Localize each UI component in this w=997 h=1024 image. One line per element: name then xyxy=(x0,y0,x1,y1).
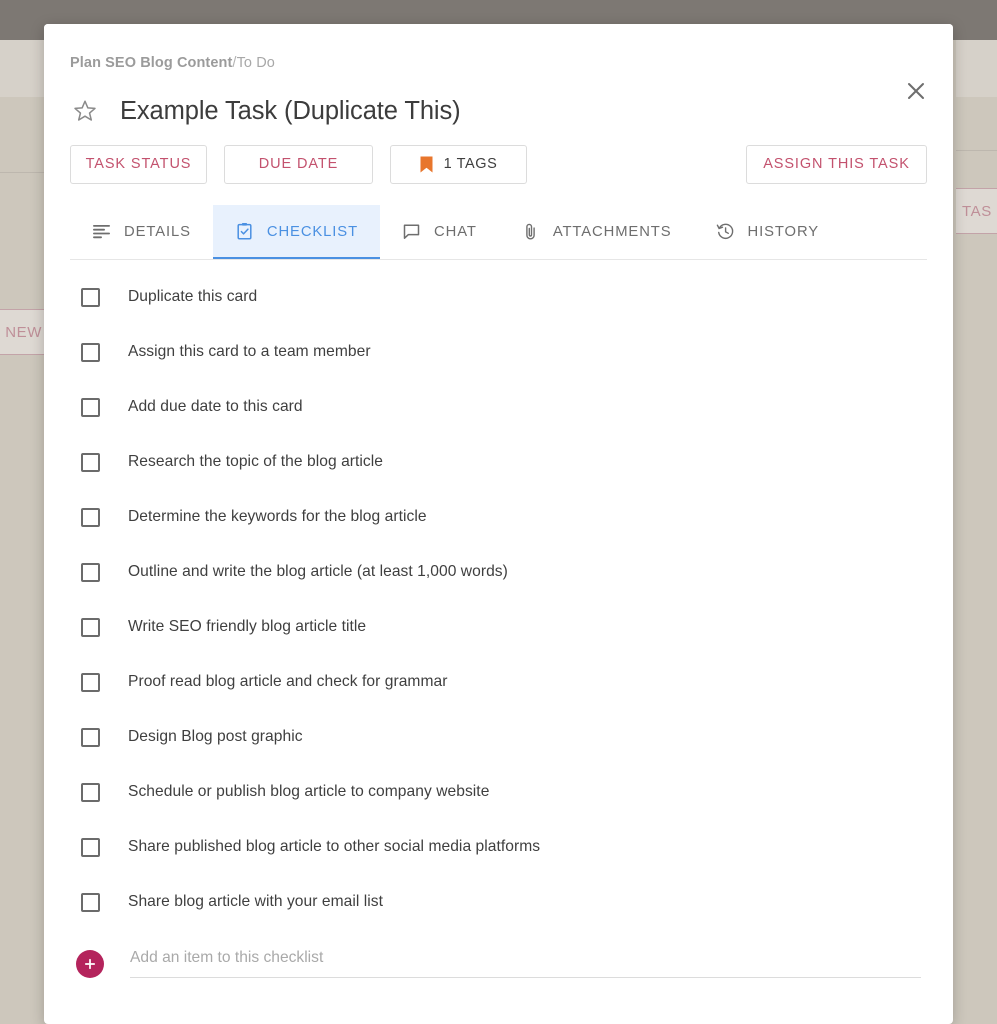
checklist-item-label: Proof read blog article and check for gr… xyxy=(128,673,448,690)
checklist-item-checkbox[interactable] xyxy=(81,892,100,912)
add-item-input[interactable] xyxy=(130,949,921,967)
tab-checklist-label: CHECKLIST xyxy=(266,223,359,240)
checklist-item-label: Share blog article with your email list xyxy=(128,893,384,910)
background-task-button[interactable]: TAS xyxy=(956,188,997,234)
modal-header: Plan SEO Blog Content/To Do Example Task… xyxy=(44,24,953,260)
checklist-item-checkbox[interactable] xyxy=(81,617,100,637)
checklist-item[interactable]: Write SEO friendly blog article title xyxy=(70,600,927,655)
checklist-item-label: Research the topic of the blog article xyxy=(128,453,384,470)
checklist-item[interactable]: Research the topic of the blog article xyxy=(70,435,927,490)
checklist-item-label: Outline and write the blog article (at l… xyxy=(128,563,508,580)
page-title: Example Task (Duplicate This) xyxy=(120,96,461,125)
checklist-item-label: Schedule or publish blog article to comp… xyxy=(128,783,490,800)
task-action-bar: TASK STATUS DUE DATE 1 TAGS ASSIGN THIS … xyxy=(70,144,927,184)
checklist-item[interactable]: Add due date to this card xyxy=(70,380,927,435)
checklist-item[interactable]: Determine the keywords for the blog arti… xyxy=(70,490,927,545)
tab-checklist[interactable]: CHECKLIST xyxy=(212,204,381,259)
checklist-item-checkbox[interactable] xyxy=(81,342,100,362)
checklist-item-label: Design Blog post graphic xyxy=(128,728,303,745)
background-right-header-strip xyxy=(956,40,997,97)
breadcrumb-list[interactable]: To Do xyxy=(237,55,275,71)
add-checklist-item-row xyxy=(70,936,927,992)
background-new-button[interactable]: NEW xyxy=(0,309,44,355)
checklist-item-checkbox[interactable] xyxy=(81,782,100,802)
checklist-item[interactable]: Share blog article with your email list xyxy=(70,875,927,930)
task-detail-modal: Plan SEO Blog Content/To Do Example Task… xyxy=(44,24,953,1024)
tab-details[interactable]: DETAILS xyxy=(70,205,213,259)
due-date-button[interactable]: DUE DATE xyxy=(224,144,373,184)
tags-button-label: 1 TAGS xyxy=(443,156,498,172)
checklist-item-checkbox[interactable] xyxy=(81,672,100,692)
checklist-item[interactable]: Assign this card to a team member xyxy=(70,325,927,380)
star-icon[interactable] xyxy=(72,98,98,124)
tab-details-label: DETAILS xyxy=(124,223,191,240)
background-right-divider xyxy=(956,150,997,151)
checklist-item-label: Duplicate this card xyxy=(128,288,258,305)
checklist-item-label: Assign this card to a team member xyxy=(128,343,371,360)
assign-this-task-button[interactable]: ASSIGN THIS TASK xyxy=(746,144,927,184)
checklist-item-checkbox[interactable] xyxy=(81,397,100,417)
history-icon xyxy=(716,222,735,241)
checklist-item-checkbox[interactable] xyxy=(81,727,100,747)
checklist-item[interactable]: Schedule or publish blog article to comp… xyxy=(70,765,927,820)
tab-chat-label: CHAT xyxy=(434,223,477,240)
tab-attachments-label: ATTACHMENTS xyxy=(552,223,672,240)
breadcrumb: Plan SEO Blog Content/To Do xyxy=(70,56,927,71)
tab-history-label: HISTORY xyxy=(747,223,820,240)
checklist-item-checkbox[interactable] xyxy=(81,287,100,307)
tags-button[interactable]: 1 TAGS xyxy=(390,144,527,184)
checklist-item-label: Determine the keywords for the blog arti… xyxy=(128,508,427,525)
checklist-item[interactable]: Proof read blog article and check for gr… xyxy=(70,655,927,710)
checklist-item-checkbox[interactable] xyxy=(81,562,100,582)
checklist-items-container: Duplicate this card Assign this card to a… xyxy=(44,260,953,930)
close-icon[interactable] xyxy=(899,74,933,108)
checklist-item-checkbox[interactable] xyxy=(81,837,100,857)
subject-icon xyxy=(92,222,111,241)
task-status-button[interactable]: TASK STATUS xyxy=(70,144,207,184)
breadcrumb-board[interactable]: Plan SEO Blog Content xyxy=(70,55,232,71)
checklist-icon xyxy=(235,222,254,241)
tab-attachments[interactable]: ATTACHMENTS xyxy=(499,205,694,259)
bookmark-icon xyxy=(420,156,433,173)
tab-bar: DETAILS CHECKLIST CHAT ATTACHMENTS HISTO… xyxy=(70,204,927,260)
checklist-item-label: Add due date to this card xyxy=(128,398,303,415)
checklist-item-checkbox[interactable] xyxy=(81,507,100,527)
add-item-button[interactable] xyxy=(76,949,104,978)
checklist-item-label: Share published blog article to other so… xyxy=(128,838,541,855)
add-item-input-wrapper xyxy=(130,949,921,978)
checklist-item[interactable]: Duplicate this card xyxy=(70,270,927,325)
paperclip-icon xyxy=(521,222,540,241)
checklist-item[interactable]: Share published blog article to other so… xyxy=(70,820,927,875)
checklist-item-label: Write SEO friendly blog article title xyxy=(128,618,367,635)
checklist-item[interactable]: Design Blog post graphic xyxy=(70,710,927,765)
add-item-section xyxy=(44,936,953,992)
title-row: Example Task (Duplicate This) xyxy=(70,97,927,126)
checklist-item[interactable]: Outline and write the blog article (at l… xyxy=(70,545,927,600)
tab-history[interactable]: HISTORY xyxy=(694,205,842,259)
tab-chat[interactable]: CHAT xyxy=(380,205,499,259)
checklist-item-checkbox[interactable] xyxy=(81,452,100,472)
chat-bubble-icon xyxy=(402,222,421,241)
